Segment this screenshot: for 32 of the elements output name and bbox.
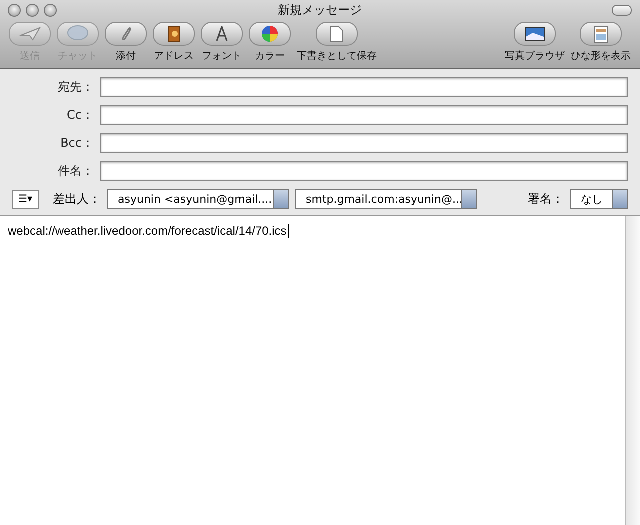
field-label: 件名： xyxy=(57,162,95,180)
server-popup[interactable]: smtp.gmail.com:asyunin@... xyxy=(295,189,477,209)
speech-bubble-icon xyxy=(67,25,89,43)
signature-popup[interactable]: なし xyxy=(570,189,628,209)
message-body-text: webcal://weather.livedoor.com/forecast/ical/14/70.ics xyxy=(8,224,287,238)
paper-plane-icon xyxy=(19,27,41,41)
close-button[interactable] xyxy=(8,4,21,16)
document-icon xyxy=(330,26,344,42)
input-field[interactable] xyxy=(100,77,628,97)
photo-icon xyxy=(525,27,545,41)
input-field[interactable] xyxy=(100,105,628,125)
window-title: 新規メッセージ xyxy=(278,2,362,18)
scrollbar[interactable] xyxy=(625,216,640,525)
field-label: 宛先： xyxy=(57,78,95,96)
account-popup[interactable]: asyunin <asyunin@gmail.... xyxy=(107,189,289,209)
field-label: Cc： xyxy=(66,106,95,124)
signature-label: 署名： xyxy=(528,190,564,208)
letter-font-icon xyxy=(215,26,229,42)
action-menu-button[interactable]: ☰▾ xyxy=(12,190,39,208)
toolbar-button[interactable]: ひな形を表示 xyxy=(568,22,634,63)
field-label: Bcc： xyxy=(60,134,95,152)
address-book-icon xyxy=(168,26,180,42)
input-field[interactable] xyxy=(100,133,628,153)
stationery-icon xyxy=(594,26,608,42)
from-label: 差出人： xyxy=(53,190,101,208)
zoom-button[interactable] xyxy=(44,4,57,16)
toolbar-toggle-button[interactable] xyxy=(612,5,632,16)
minimize-button[interactable] xyxy=(26,4,39,16)
toolbar-button[interactable]: 写真ブラウザ xyxy=(502,22,568,63)
color-wheel-icon xyxy=(261,25,279,43)
input-field[interactable] xyxy=(100,161,628,181)
toolbar-button[interactable]: 下書きとして保存 xyxy=(294,22,380,63)
